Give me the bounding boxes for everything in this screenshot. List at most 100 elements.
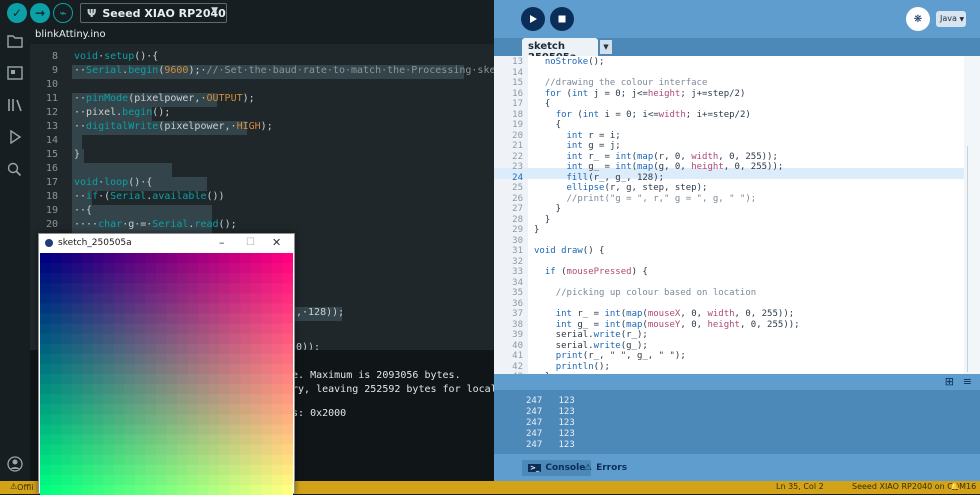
color-cell[interactable]	[177, 444, 189, 456]
color-cell[interactable]	[198, 404, 210, 415]
color-cell[interactable]	[198, 343, 210, 355]
color-cell[interactable]	[219, 313, 231, 325]
color-cell[interactable]	[134, 333, 147, 345]
color-cell[interactable]	[240, 474, 252, 486]
color-cell[interactable]	[103, 394, 115, 405]
folder-icon[interactable]	[7, 34, 23, 50]
color-cell[interactable]	[71, 444, 83, 456]
color-cell[interactable]	[177, 353, 189, 365]
color-cell[interactable]	[103, 263, 115, 274]
color-cell[interactable]	[187, 313, 199, 325]
color-cell[interactable]	[208, 474, 220, 486]
color-cell[interactable]	[240, 283, 252, 294]
color-cell[interactable]	[71, 464, 83, 476]
color-cell[interactable]	[124, 333, 136, 345]
color-cell[interactable]	[155, 313, 168, 325]
color-cell[interactable]	[71, 374, 83, 385]
color-cell[interactable]	[134, 263, 147, 274]
color-cell[interactable]	[261, 464, 273, 476]
color-cell[interactable]	[229, 313, 241, 325]
color-cell[interactable]	[250, 464, 262, 476]
color-cell[interactable]	[82, 404, 94, 415]
color-cell[interactable]	[71, 414, 83, 426]
color-cell[interactable]	[50, 404, 62, 415]
debugger-button[interactable]: ❋	[906, 7, 930, 31]
color-cell[interactable]	[40, 484, 52, 495]
color-cell[interactable]	[124, 323, 136, 335]
color-cell[interactable]	[82, 464, 94, 476]
color-cell[interactable]	[219, 444, 231, 456]
color-cell[interactable]	[240, 263, 252, 274]
color-cell[interactable]	[250, 313, 262, 325]
color-cell[interactable]	[92, 484, 104, 495]
color-cell[interactable]	[240, 464, 252, 476]
color-cell[interactable]	[40, 343, 52, 355]
color-cell[interactable]	[71, 394, 83, 405]
color-cell[interactable]	[250, 434, 262, 446]
color-cell[interactable]	[271, 424, 284, 436]
color-cell[interactable]	[229, 283, 241, 294]
color-cell[interactable]	[124, 454, 136, 466]
color-cell[interactable]	[113, 293, 125, 305]
color-cell[interactable]	[240, 323, 252, 335]
color-cell[interactable]	[124, 414, 136, 426]
color-cell[interactable]	[219, 434, 231, 446]
color-cell[interactable]	[271, 474, 284, 486]
color-cell[interactable]	[113, 273, 125, 284]
color-cell[interactable]	[92, 313, 104, 325]
color-cell[interactable]	[145, 333, 157, 345]
color-cell[interactable]	[92, 353, 104, 365]
color-cell[interactable]	[282, 353, 293, 365]
color-cell[interactable]	[113, 424, 125, 436]
color-cell[interactable]	[113, 333, 125, 345]
color-cell[interactable]	[250, 343, 262, 355]
color-cell[interactable]	[155, 343, 168, 355]
color-cell[interactable]	[61, 343, 73, 355]
color-cell[interactable]	[40, 444, 52, 456]
tab-menu-button[interactable]: ▼	[600, 40, 612, 54]
color-cell[interactable]	[113, 323, 125, 335]
color-cell[interactable]	[50, 454, 62, 466]
color-cell[interactable]	[155, 363, 168, 375]
color-cell[interactable]	[229, 353, 241, 365]
color-cell[interactable]	[40, 293, 52, 305]
color-cell[interactable]	[155, 434, 168, 446]
color-cell[interactable]	[208, 363, 220, 375]
color-cell[interactable]	[261, 404, 273, 415]
color-cell[interactable]	[198, 444, 210, 456]
color-cell[interactable]	[50, 303, 62, 315]
color-cell[interactable]	[240, 404, 252, 415]
color-cell[interactable]	[50, 464, 62, 476]
color-cell[interactable]	[219, 253, 231, 264]
color-cell[interactable]	[177, 434, 189, 446]
color-cell[interactable]	[229, 414, 241, 426]
color-cell[interactable]	[92, 464, 104, 476]
color-cell[interactable]	[187, 444, 199, 456]
color-cell[interactable]	[219, 394, 231, 405]
color-cell[interactable]	[40, 434, 52, 446]
color-cell[interactable]	[82, 353, 94, 365]
color-cell[interactable]	[71, 424, 83, 436]
color-cell[interactable]	[61, 434, 73, 446]
color-cell[interactable]	[240, 253, 252, 264]
color-cell[interactable]	[145, 484, 157, 495]
color-cell[interactable]	[92, 283, 104, 294]
file-tab[interactable]: blinkAttiny.ino	[35, 29, 106, 40]
color-cell[interactable]	[177, 283, 189, 294]
color-cell[interactable]	[208, 484, 220, 495]
color-cell[interactable]	[50, 474, 62, 486]
color-cell[interactable]	[82, 253, 94, 264]
color-cell[interactable]	[219, 353, 231, 365]
color-cell[interactable]	[82, 434, 94, 446]
color-cell[interactable]	[261, 293, 273, 305]
color-cell[interactable]	[92, 474, 104, 486]
color-cell[interactable]	[177, 474, 189, 486]
color-cell[interactable]	[134, 353, 147, 365]
color-cell[interactable]	[113, 484, 125, 495]
color-cell[interactable]	[113, 414, 125, 426]
color-cell[interactable]	[261, 313, 273, 325]
color-cell[interactable]	[250, 353, 262, 365]
color-cell[interactable]	[61, 414, 73, 426]
color-cell[interactable]	[134, 474, 147, 486]
color-cell[interactable]	[177, 394, 189, 405]
